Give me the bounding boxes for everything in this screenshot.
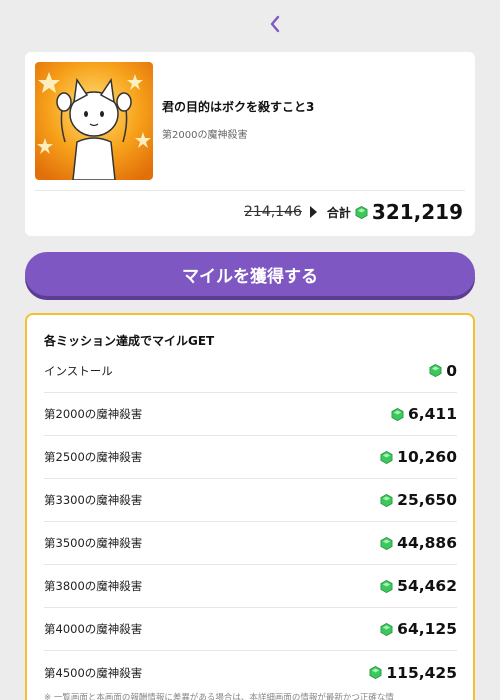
mission-reward: 54,462 xyxy=(380,577,457,595)
gem-icon xyxy=(380,579,393,593)
gem-icon xyxy=(380,493,393,507)
mission-row: 第4000の魔神殺害 64,125 xyxy=(44,608,457,651)
missions-title: 各ミッション達成でマイルGET xyxy=(44,334,215,348)
mission-label: 第2500の魔神殺害 xyxy=(44,450,143,464)
mission-reward-value: 54,462 xyxy=(397,577,457,595)
mission-reward-value: 25,650 xyxy=(397,491,457,509)
arrow-right-icon xyxy=(309,206,317,218)
mission-reward-value: 6,411 xyxy=(407,405,457,423)
mission-reward-value: 44,886 xyxy=(397,534,457,552)
mission-row: 第3800の魔神殺害 54,462 xyxy=(44,565,457,608)
mission-label: 第2000の魔神殺害 xyxy=(44,407,143,421)
price-row: 214,146 合計 321,219 xyxy=(244,198,463,226)
total-label: 合計 xyxy=(326,205,351,220)
mission-label: 第3300の魔神殺害 xyxy=(44,493,143,507)
gem-icon xyxy=(369,666,382,679)
app-subtitle: 第2000の魔神殺害 xyxy=(162,130,248,141)
mission-row: 第3500の魔神殺害 44,886 xyxy=(44,522,457,565)
mission-reward: 25,650 xyxy=(380,491,457,509)
divider xyxy=(35,190,465,191)
total-value: 321,219 xyxy=(371,200,463,224)
mission-row: 第2500の魔神殺害 10,260 xyxy=(44,436,457,479)
gem-icon xyxy=(380,622,393,636)
mission-row: インストール 0 xyxy=(44,349,457,393)
mission-reward: 0 xyxy=(429,362,457,380)
app-icon[interactable] xyxy=(35,62,153,180)
mission-reward: 44,886 xyxy=(380,534,457,552)
mission-row: 第2000の魔神殺害 6,411 xyxy=(44,393,457,436)
mission-reward: 6,411 xyxy=(391,405,457,423)
mission-reward-value: 115,425 xyxy=(386,663,457,682)
mission-reward: 115,425 xyxy=(369,664,457,682)
gem-icon xyxy=(391,407,404,421)
disclaimer-note: ※ 一覧画面と本画面の報酬情報に差異がある場合は、本詳細画面の情報が最新かつ正確… xyxy=(44,693,394,700)
back-button[interactable] xyxy=(262,10,288,38)
gem-icon xyxy=(355,205,368,219)
missions-panel: 各ミッション達成でマイルGET インストール 0 第2000の魔神殺害 6,41… xyxy=(25,313,475,700)
mission-list: インストール 0 第2000の魔神殺害 6,411 第2500の魔神殺害 10,… xyxy=(44,349,457,694)
app-card: 君の目的はボクを殺すこと3 第2000の魔神殺害 214,146 合計 321,… xyxy=(25,52,475,236)
gem-icon xyxy=(429,364,442,377)
mission-reward-value: 64,125 xyxy=(397,620,457,638)
mission-reward: 64,125 xyxy=(380,620,457,638)
mission-label: 第4500の魔神殺害 xyxy=(44,665,143,680)
mission-reward-value: 0 xyxy=(446,361,457,380)
mission-label: 第4000の魔神殺害 xyxy=(44,622,143,636)
mission-row: 第4500の魔神殺害 115,425 xyxy=(44,651,457,694)
get-miles-button[interactable]: マイルを獲得する xyxy=(25,252,475,296)
mission-label: 第3500の魔神殺害 xyxy=(44,536,143,550)
mission-row: 第3300の魔神殺害 25,650 xyxy=(44,479,457,522)
chevron-left-icon xyxy=(270,15,280,33)
mission-reward: 10,260 xyxy=(380,448,457,466)
gem-icon xyxy=(380,450,393,464)
mission-reward-value: 10,260 xyxy=(397,448,457,466)
gem-icon xyxy=(380,536,393,550)
mission-label: 第3800の魔神殺害 xyxy=(44,579,143,593)
mission-label: インストール xyxy=(44,363,113,378)
app-title: 君の目的はボクを殺すこと3 xyxy=(162,100,315,114)
old-price: 214,146 xyxy=(243,204,302,220)
